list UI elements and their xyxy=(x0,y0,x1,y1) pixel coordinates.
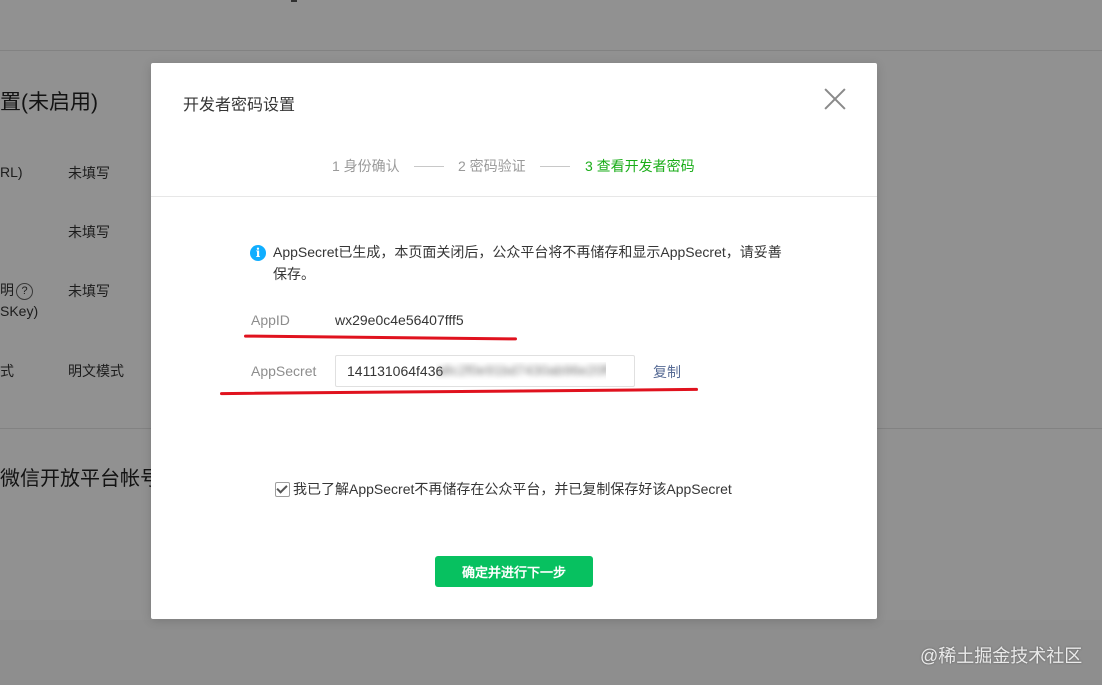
acknowledge-checkbox-label[interactable]: 我已了解AppSecret不再储存在公众平台，并已复制保存好该AppSecret xyxy=(293,479,732,499)
appsecret-redaction-blur: a8c2f0e91bd7430ab96e20ff xyxy=(436,362,606,378)
developer-password-dialog: 开发者密码设置 1 身份确认 2 密码验证 3 查看开发者密码 i AppSec… xyxy=(151,63,877,619)
appsecret-value: 141131064f436 xyxy=(347,363,444,379)
step-view-developer-password: 3 查看开发者密码 xyxy=(585,158,695,174)
appsecret-label: AppSecret xyxy=(251,363,317,379)
info-icon: i xyxy=(250,245,266,261)
step-indicator: 1 身份确认 2 密码验证 3 查看开发者密码 xyxy=(151,156,877,176)
notice-text: AppSecret已生成，本页面关闭后，公众平台将不再储存和显示AppSecre… xyxy=(273,244,782,282)
step-identity-confirm: 1 身份确认 xyxy=(332,158,400,174)
copy-button[interactable]: 复制 xyxy=(653,362,681,382)
appsecret-field[interactable]: 141131064f436 a8c2f0e91bd7430ab96e20ff xyxy=(335,355,635,387)
step-password-verify: 2 密码验证 xyxy=(458,158,526,174)
step-connector xyxy=(414,166,444,167)
appid-label: AppID xyxy=(251,312,290,328)
confirm-next-step-button[interactable]: 确定并进行下一步 xyxy=(435,556,593,587)
close-icon[interactable] xyxy=(823,87,847,111)
watermark: @稀土掘金技术社区 xyxy=(920,646,1083,666)
dialog-title: 开发者密码设置 xyxy=(183,97,296,114)
dialog-header-divider xyxy=(151,196,877,197)
step-connector xyxy=(540,166,570,167)
appid-value: wx29e0c4e56407fff5 xyxy=(335,312,464,328)
acknowledge-checkbox[interactable] xyxy=(275,482,290,497)
